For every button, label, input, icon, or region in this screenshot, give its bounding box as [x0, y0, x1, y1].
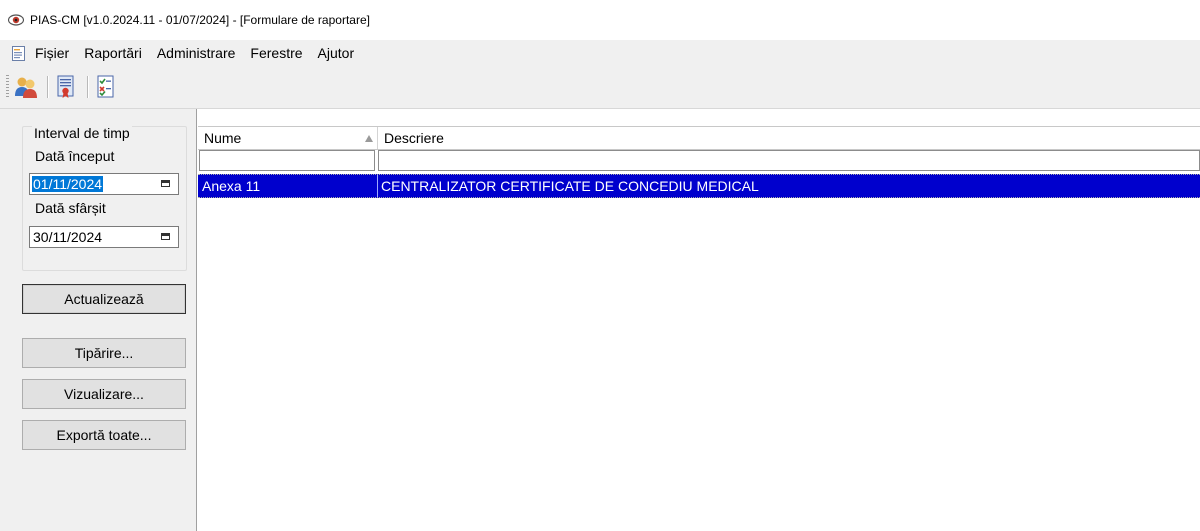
start-date-value[interactable]: 01/11/2024	[32, 176, 104, 192]
preview-button[interactable]: Vizualizare...	[22, 379, 186, 409]
export-all-button[interactable]: Exportă toate...	[22, 420, 186, 450]
menu-reports[interactable]: Raportări	[79, 45, 147, 61]
refresh-button[interactable]: Actualizează	[22, 284, 186, 314]
filter-panel: Interval de timp Dată început 01/11/2024…	[0, 109, 197, 531]
table-row[interactable]: Anexa 11 CENTRALIZATOR CERTIFICATE DE CO…	[198, 174, 1200, 198]
start-date-label: Dată început	[35, 148, 115, 164]
document-icon[interactable]	[12, 45, 25, 61]
menu-bar: Fișier Raportări Administrare Ferestre A…	[0, 40, 1200, 66]
users-button[interactable]	[13, 73, 39, 101]
print-button[interactable]: Tipărire...	[22, 338, 186, 368]
checklist-report-icon	[97, 75, 114, 98]
users-icon	[15, 77, 37, 98]
cell-divider	[377, 175, 378, 197]
row-description-cell[interactable]: CENTRALIZATOR CERTIFICATE DE CONCEDIU ME…	[381, 178, 759, 194]
certificate-report-button[interactable]	[53, 73, 79, 101]
menu-administration[interactable]: Administrare	[152, 45, 241, 61]
row-name-cell[interactable]: Anexa 11	[202, 178, 260, 194]
menu-help[interactable]: Ajutor	[313, 45, 360, 61]
eye-app-icon	[8, 14, 24, 26]
calendar-icon[interactable]	[161, 180, 170, 187]
calendar-icon[interactable]	[161, 233, 170, 240]
toolbar	[0, 66, 1200, 109]
end-date-field[interactable]: 30/11/2024	[29, 226, 179, 248]
certificate-report-icon	[57, 75, 74, 98]
checklist-report-button[interactable]	[93, 73, 119, 101]
menu-file[interactable]: Fișier	[30, 45, 74, 61]
end-date-label: Dată sfârșit	[35, 200, 106, 216]
toolbar-separator	[87, 76, 89, 98]
grid-header: Nume Descriere	[198, 126, 1200, 150]
description-filter-input[interactable]	[378, 150, 1200, 171]
reports-grid: Nume Descriere Anexa 11 CENTRALIZATOR CE…	[197, 109, 1200, 531]
column-header-name[interactable]: Nume	[204, 130, 241, 146]
sort-ascending-icon	[365, 135, 373, 142]
column-header-description[interactable]: Descriere	[384, 130, 444, 146]
title-bar: PIAS-CM [v1.0.2024.11 - 01/07/2024] - [F…	[0, 0, 1200, 40]
group-title: Interval de timp	[32, 125, 132, 141]
toolbar-grip[interactable]	[6, 75, 9, 99]
column-divider[interactable]	[377, 127, 378, 149]
start-date-field[interactable]: 01/11/2024	[29, 173, 179, 195]
window-title: PIAS-CM [v1.0.2024.11 - 01/07/2024] - [F…	[30, 13, 370, 27]
toolbar-separator	[47, 76, 49, 98]
end-date-value[interactable]: 30/11/2024	[32, 229, 103, 245]
menu-windows[interactable]: Ferestre	[245, 45, 307, 61]
name-filter-input[interactable]	[199, 150, 375, 171]
